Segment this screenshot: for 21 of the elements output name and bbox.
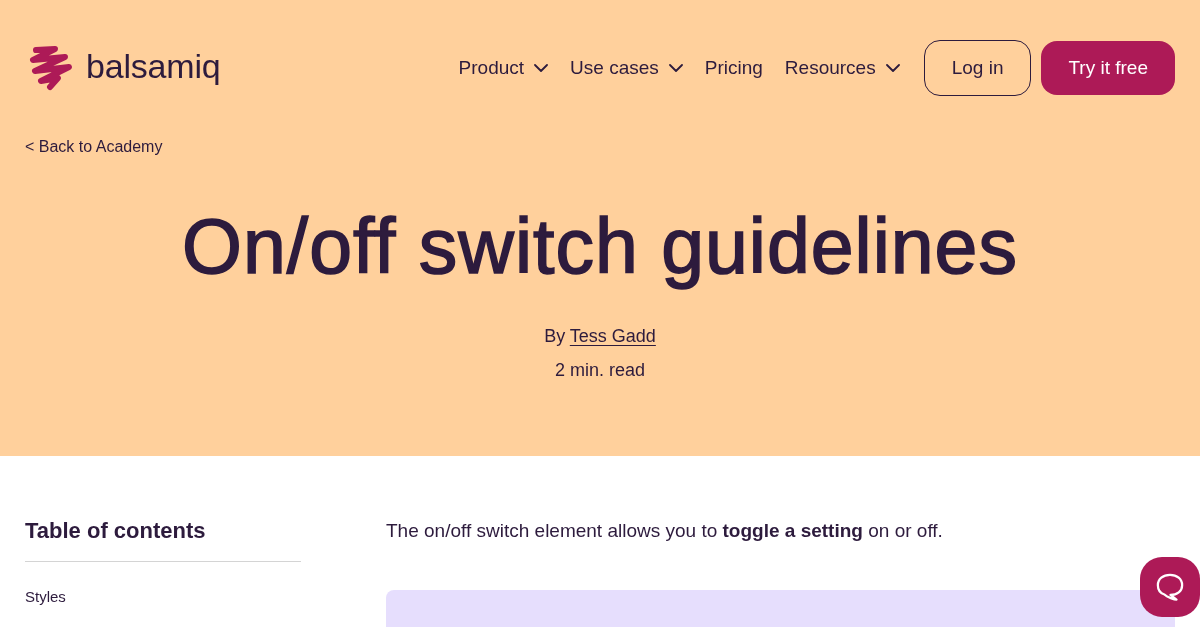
nav-menu-item[interactable]: Pricing — [704, 57, 763, 79]
read-time-text: 2 min. read — [554, 359, 645, 382]
byline-text: By Tess Gadd — [544, 325, 656, 348]
chevron-down-icon — [534, 64, 549, 72]
nav-menu-item[interactable]: Product — [458, 57, 549, 79]
toc-link[interactable]: Styles — [25, 586, 66, 608]
nav-menu-item[interactable]: Resources — [784, 57, 900, 79]
nav-menu-item[interactable]: Use cases — [570, 57, 683, 79]
squiggle-logo-icon — [28, 45, 74, 91]
toc-heading: Table of contents — [25, 516, 301, 562]
login-button[interactable]: Log in — [923, 40, 1032, 96]
try-free-button[interactable]: Try it free — [1041, 41, 1175, 95]
intro-paragraph: The on/off switch element allows you to toggle a setting on or off. — [386, 519, 943, 543]
chevron-down-icon — [885, 64, 900, 72]
speech-bubble-icon — [1156, 573, 1184, 601]
back-link[interactable]: < Back to Academy — [25, 137, 163, 157]
author-link[interactable]: Tess Gadd — [569, 326, 656, 346]
chat-button[interactable] — [1140, 557, 1200, 617]
chevron-down-icon — [668, 64, 683, 72]
page-title: On/off switch guidelines — [181, 202, 1019, 291]
logo-wordmark: balsamiq — [86, 49, 221, 87]
